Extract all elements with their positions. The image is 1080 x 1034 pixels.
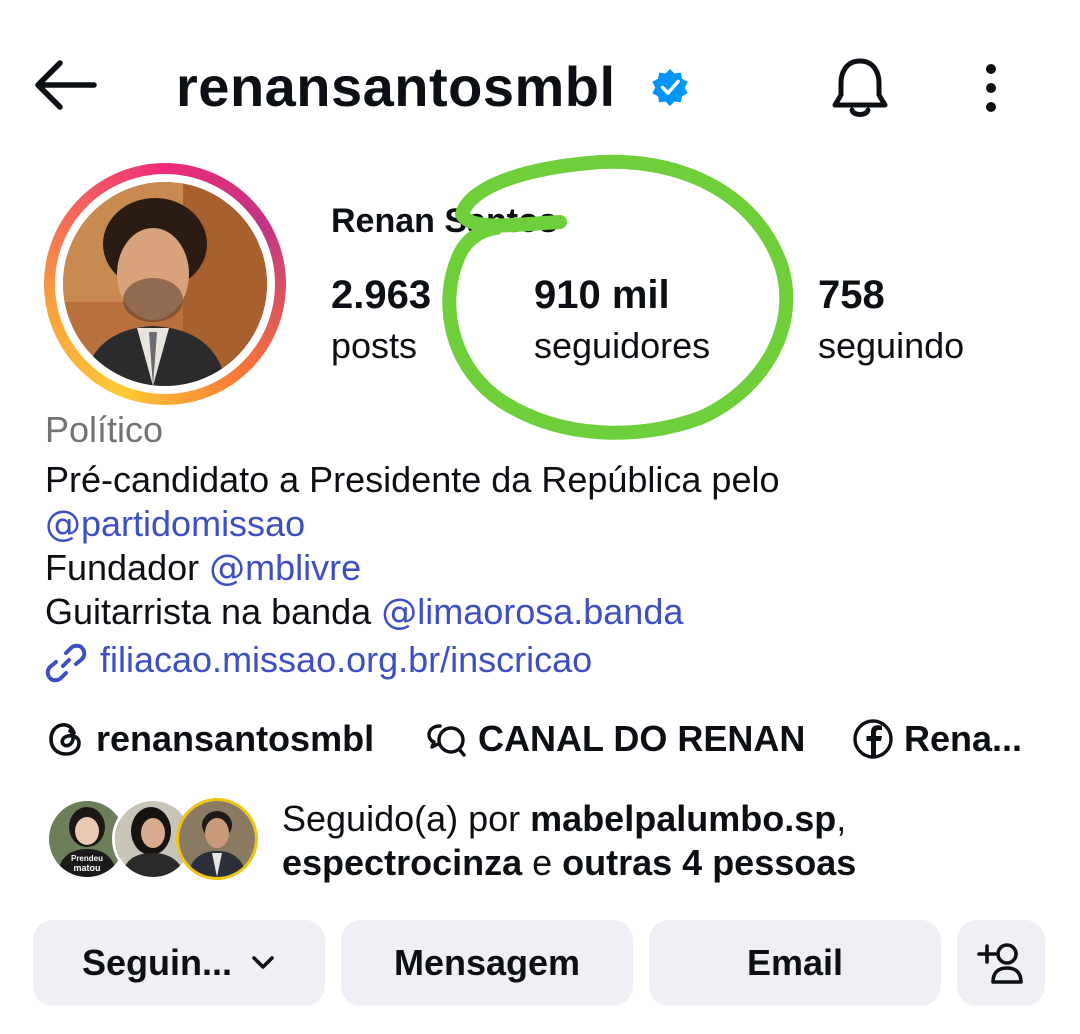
threads-mention-link[interactable]: @partidomissao	[45, 503, 305, 545]
threads-mention-link[interactable]: @mblivre	[209, 547, 361, 589]
posts-count[interactable]: 2.963	[331, 270, 431, 320]
threads-at-icon: @	[45, 504, 81, 545]
email-button[interactable]: Email	[649, 920, 941, 1006]
followed-by-prefix: Seguido(a) por	[282, 798, 531, 839]
message-button-label: Mensagem	[393, 942, 581, 983]
followed-by-separator: ,	[836, 798, 847, 839]
mention-mblivre[interactable]: mblivre	[245, 547, 361, 588]
followers-label[interactable]: seguidores	[534, 323, 710, 369]
profile-category: Político	[45, 409, 164, 450]
followers-count[interactable]: 910 mil	[534, 270, 670, 320]
following-button[interactable]: Seguin...	[33, 920, 325, 1006]
mention-limaorosa[interactable]: limaorosa.banda	[417, 591, 683, 632]
followed-by-connector: e	[522, 842, 563, 883]
follower-user-2[interactable]: espectrocinza	[282, 842, 522, 883]
channel-chat-icon	[427, 724, 466, 757]
display-name: Renan Santos	[331, 202, 558, 240]
threads-at-icon: @	[209, 548, 246, 589]
more-options-icon[interactable]	[968, 60, 1014, 116]
suggested-people-button[interactable]	[957, 920, 1045, 1006]
threads-chip[interactable]: renansantosmbl	[96, 716, 374, 762]
facebook-chip[interactable]: Rena...	[904, 716, 1022, 762]
bio-line-4: Guitarrista na banda @limaorosa.banda	[45, 590, 683, 635]
follower-others[interactable]: outras 4 pessoas	[562, 842, 856, 883]
threads-icon	[49, 723, 81, 756]
threads-at-icon: @	[381, 592, 418, 633]
message-button[interactable]: Mensagem	[341, 920, 633, 1006]
verified-badge-icon	[652, 69, 688, 106]
back-arrow-icon[interactable]	[30, 55, 100, 115]
bio-line-1: Pré-candidato a Presidente da República …	[45, 459, 780, 500]
bio-line-3: Fundador @mblivre	[45, 546, 361, 591]
bio-line-3-text: Fundador	[45, 547, 210, 588]
follower-avatar-3[interactable]	[176, 798, 258, 880]
shirt-text-1: Prendeu	[71, 854, 103, 863]
mention-partidomissao[interactable]: partidomissao	[81, 503, 305, 544]
facebook-icon	[853, 719, 893, 759]
link-icon	[45, 643, 87, 683]
threads-mention-link[interactable]: @limaorosa.banda	[381, 591, 683, 633]
channel-chip[interactable]: CANAL DO RENAN	[478, 716, 805, 762]
posts-label[interactable]: posts	[331, 323, 417, 369]
bio-line-2: @partidomissao	[45, 502, 305, 547]
chevron-down-icon	[252, 956, 274, 969]
shirt-text-2: matou	[74, 863, 101, 873]
followed-by-line-1[interactable]: Seguido(a) por mabelpalumbo.sp,	[282, 797, 846, 841]
following-button-label: Seguin...	[81, 942, 232, 983]
bio-line-4-text: Guitarrista na banda	[45, 591, 382, 632]
followed-by-line-2[interactable]: espectrocinza e outras 4 pessoas	[282, 841, 856, 885]
profile-username-title: renansantosmbl	[176, 55, 616, 118]
add-person-icon	[977, 943, 1023, 984]
bell-icon[interactable]	[826, 55, 894, 121]
follower-user-1[interactable]: mabelpalumbo.sp	[530, 798, 836, 839]
following-label[interactable]: seguindo	[818, 323, 964, 369]
external-link[interactable]: filiacao.missao.org.br/inscricao	[100, 637, 592, 683]
email-button-label: Email	[746, 942, 844, 983]
following-count[interactable]: 758	[818, 270, 885, 320]
profile-avatar[interactable]	[63, 182, 267, 386]
